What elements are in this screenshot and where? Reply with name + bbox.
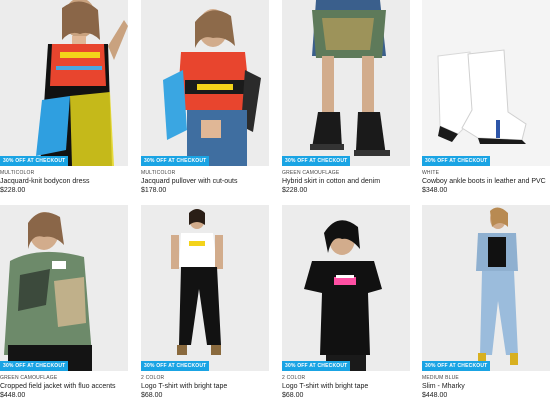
product-name[interactable]: Slim - Mharky <box>422 382 550 391</box>
product-image[interactable]: 30% OFF AT CHECKOUT <box>0 205 128 371</box>
product-color: GREEN CAMOUFLAGE <box>0 375 58 381</box>
product-card[interactable]: 30% OFF AT CHECKOUT 2 COLOR Logo T-shirt… <box>282 205 410 400</box>
model-photo-dress <box>0 0 128 166</box>
product-card[interactable]: 30% OFF AT CHECKOUT MULTICOLOR Jacquard-… <box>0 0 128 195</box>
product-card[interactable]: 30% OFF AT CHECKOUT MEDIUM BLUE Slim - M… <box>422 205 550 400</box>
product-price: $228.00 <box>282 187 308 194</box>
product-color: GREEN CAMOUFLAGE <box>282 170 340 176</box>
discount-badge: 30% OFF AT CHECKOUT <box>141 156 210 166</box>
product-color: MULTICOLOR <box>0 170 35 176</box>
product-color: 2 COLOR <box>141 375 165 381</box>
discount-badge: 30% OFF AT CHECKOUT <box>282 361 351 371</box>
product-name[interactable]: Logo T-shirt with bright tape <box>141 382 269 391</box>
model-photo-jeans <box>422 205 550 371</box>
product-image[interactable]: 30% OFF AT CHECKOUT <box>422 0 550 166</box>
product-price: $348.00 <box>422 187 448 194</box>
product-price: $448.00 <box>422 392 448 399</box>
model-photo-tshirt-black <box>282 205 410 371</box>
product-image[interactable]: 30% OFF AT CHECKOUT <box>141 0 269 166</box>
product-image[interactable]: 30% OFF AT CHECKOUT <box>282 205 410 371</box>
product-image[interactable]: 30% OFF AT CHECKOUT <box>282 0 410 166</box>
product-color: WHITE <box>422 170 440 176</box>
model-photo-pullover <box>141 0 269 166</box>
model-photo-skirt <box>282 0 410 166</box>
product-grid: 30% OFF AT CHECKOUT MULTICOLOR Jacquard-… <box>0 0 550 405</box>
product-price: $68.00 <box>141 392 163 399</box>
product-image[interactable]: 30% OFF AT CHECKOUT <box>422 205 550 371</box>
product-name[interactable]: Cropped field jacket with fluo accents <box>0 382 128 391</box>
product-price: $68.00 <box>282 392 304 399</box>
model-photo-jacket <box>0 205 128 371</box>
discount-badge: 30% OFF AT CHECKOUT <box>141 361 210 371</box>
product-color: MEDIUM BLUE <box>422 375 459 381</box>
product-name[interactable]: Jacquard pullover with cut-outs <box>141 177 269 186</box>
product-name[interactable]: Cowboy ankle boots in leather and PVC <box>422 177 550 186</box>
discount-badge: 30% OFF AT CHECKOUT <box>0 361 69 371</box>
product-card[interactable]: 30% OFF AT CHECKOUT GREEN CAMOUFLAGE Cro… <box>0 205 128 400</box>
product-color: 2 COLOR <box>282 375 306 381</box>
discount-badge: 30% OFF AT CHECKOUT <box>422 156 491 166</box>
product-price: $178.00 <box>141 187 167 194</box>
product-name[interactable]: Hybrid skirt in cotton and denim <box>282 177 410 186</box>
model-photo-tshirt-white <box>141 205 269 371</box>
boots-photo <box>422 0 550 166</box>
discount-badge: 30% OFF AT CHECKOUT <box>0 156 69 166</box>
product-card[interactable]: 30% OFF AT CHECKOUT GREEN CAMOUFLAGE Hyb… <box>282 0 410 195</box>
product-card[interactable]: 30% OFF AT CHECKOUT WHITE Cowboy ankle b… <box>422 0 550 195</box>
product-card[interactable]: 30% OFF AT CHECKOUT MULTICOLOR Jacquard … <box>141 0 269 195</box>
product-image[interactable]: 30% OFF AT CHECKOUT <box>141 205 269 371</box>
product-name[interactable]: Jacquard-knit bodycon dress <box>0 177 128 186</box>
discount-badge: 30% OFF AT CHECKOUT <box>422 361 491 371</box>
product-card[interactable]: 30% OFF AT CHECKOUT 2 COLOR Logo T-shirt… <box>141 205 269 400</box>
product-color: MULTICOLOR <box>141 170 176 176</box>
product-name[interactable]: Logo T-shirt with bright tape <box>282 382 410 391</box>
product-image[interactable]: 30% OFF AT CHECKOUT <box>0 0 128 166</box>
discount-badge: 30% OFF AT CHECKOUT <box>282 156 351 166</box>
product-price: $448.00 <box>0 392 26 399</box>
product-price: $228.00 <box>0 187 26 194</box>
